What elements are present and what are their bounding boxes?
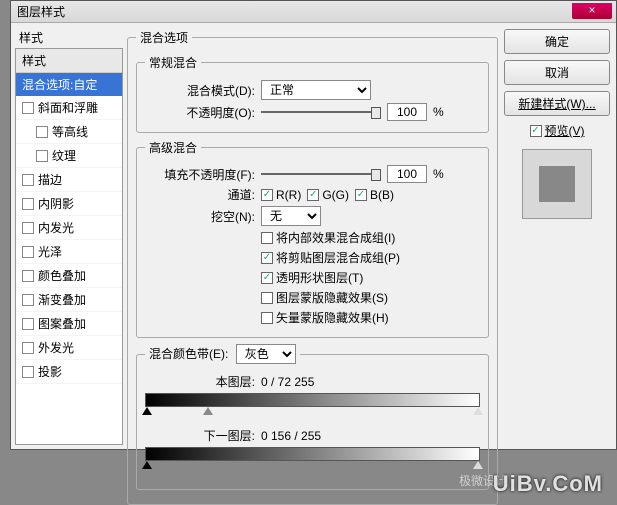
style-label: 纹理	[52, 147, 76, 164]
style-item[interactable]: 等高线	[16, 120, 122, 144]
style-checkbox[interactable]	[36, 126, 48, 138]
blend-options-group: 混合选项 常规混合 混合模式(D): 正常 不透明度(O): 100 %	[127, 29, 498, 505]
style-item[interactable]: 内阴影	[16, 192, 122, 216]
style-list: 样式 混合选项:自定 斜面和浮雕等高线纹理描边内阴影内发光光泽颜色叠加渐变叠加图…	[15, 48, 123, 445]
this-layer-label: 本图层:	[145, 373, 255, 390]
channel-label: 通道:	[145, 186, 255, 203]
adv-option-checkbox[interactable]: 将内部效果混合成组(I)	[261, 229, 395, 246]
pct-label: %	[433, 105, 444, 119]
pct-label: %	[433, 167, 444, 181]
under-layer-slider[interactable]	[145, 447, 480, 473]
options-panel: 混合选项 常规混合 混合模式(D): 正常 不透明度(O): 100 %	[127, 27, 498, 445]
adv-option-label: 矢量蒙版隐藏效果(H)	[276, 309, 389, 326]
sidebar-header: 样式	[15, 27, 123, 48]
blend-if-group: 混合颜色带(E): 灰色 本图层: 0 / 72 255	[136, 344, 489, 490]
style-item[interactable]: 斜面和浮雕	[16, 96, 122, 120]
adv-option-label: 透明形状图层(T)	[276, 269, 363, 286]
style-selected[interactable]: 混合选项:自定	[16, 73, 122, 96]
opacity-slider[interactable]	[261, 105, 381, 119]
fill-opacity-label: 填充不透明度(F):	[145, 166, 255, 183]
adv-option-label: 图层蒙版隐藏效果(S)	[276, 289, 388, 306]
style-checkbox[interactable]	[22, 246, 34, 258]
titlebar[interactable]: 图层样式 ×	[11, 1, 616, 23]
new-style-button[interactable]: 新建样式(W)...	[504, 91, 610, 116]
normal-blend-legend: 常规混合	[145, 54, 201, 71]
style-checkbox[interactable]	[22, 342, 34, 354]
style-checkbox[interactable]	[22, 174, 34, 186]
style-list-header[interactable]: 样式	[16, 49, 122, 73]
style-label: 外发光	[38, 339, 74, 356]
close-button[interactable]: ×	[572, 3, 612, 19]
style-label: 斜面和浮雕	[38, 99, 98, 116]
cancel-button[interactable]: 取消	[504, 60, 610, 85]
style-label: 描边	[38, 171, 62, 188]
preview-checkbox[interactable]: ✓预览(V)	[504, 122, 610, 139]
under-layer-values: 0 156 / 255	[261, 429, 321, 443]
style-label: 渐变叠加	[38, 291, 86, 308]
style-item[interactable]: 描边	[16, 168, 122, 192]
window-title: 图层样式	[17, 3, 65, 20]
opacity-label: 不透明度(O):	[145, 104, 255, 121]
blend-if-select[interactable]: 灰色	[236, 344, 296, 364]
style-label: 内阴影	[38, 195, 74, 212]
channel-r-checkbox[interactable]: ✓R(R)	[261, 188, 301, 202]
preview-swatch	[522, 149, 592, 219]
style-checkbox[interactable]	[36, 150, 48, 162]
style-checkbox[interactable]	[22, 366, 34, 378]
style-item[interactable]: 内发光	[16, 216, 122, 240]
blend-mode-label: 混合模式(D):	[145, 82, 255, 99]
channel-b-checkbox[interactable]: ✓B(B)	[355, 188, 394, 202]
styles-sidebar: 样式 样式 混合选项:自定 斜面和浮雕等高线纹理描边内阴影内发光光泽颜色叠加渐变…	[15, 27, 123, 445]
under-layer-label: 下一图层:	[145, 427, 255, 444]
fill-opacity-value[interactable]: 100	[387, 165, 427, 183]
style-item[interactable]: 光泽	[16, 240, 122, 264]
style-label: 颜色叠加	[38, 267, 86, 284]
style-item[interactable]: 图案叠加	[16, 312, 122, 336]
style-item[interactable]: 颜色叠加	[16, 264, 122, 288]
style-label: 内发光	[38, 219, 74, 236]
adv-option-checkbox[interactable]: 矢量蒙版隐藏效果(H)	[261, 309, 389, 326]
adv-option-checkbox[interactable]: 图层蒙版隐藏效果(S)	[261, 289, 388, 306]
style-item[interactable]: 外发光	[16, 336, 122, 360]
style-item[interactable]: 投影	[16, 360, 122, 384]
style-checkbox[interactable]	[22, 222, 34, 234]
style-checkbox[interactable]	[22, 270, 34, 282]
this-layer-slider[interactable]	[145, 393, 480, 419]
style-label: 图案叠加	[38, 315, 86, 332]
adv-option-checkbox[interactable]: ✓将剪贴图层混合成组(P)	[261, 249, 400, 266]
opacity-value[interactable]: 100	[387, 103, 427, 121]
knockout-select[interactable]: 无	[261, 206, 321, 226]
watermark: UiBv.CoM	[493, 471, 603, 497]
advanced-blend-group: 高级混合 填充不透明度(F): 100 % 通道: ✓R(R) ✓G(G) ✓B…	[136, 139, 489, 338]
style-label: 投影	[38, 363, 62, 380]
style-item[interactable]: 渐变叠加	[16, 288, 122, 312]
layer-style-dialog: 图层样式 × 样式 样式 混合选项:自定 斜面和浮雕等高线纹理描边内阴影内发光光…	[10, 0, 617, 450]
style-checkbox[interactable]	[22, 294, 34, 306]
right-buttons: 确定 取消 新建样式(W)... ✓预览(V)	[502, 27, 612, 445]
advanced-blend-legend: 高级混合	[145, 139, 201, 156]
channel-g-checkbox[interactable]: ✓G(G)	[307, 188, 349, 202]
normal-blend-group: 常规混合 混合模式(D): 正常 不透明度(O): 100 %	[136, 54, 489, 133]
style-checkbox[interactable]	[22, 102, 34, 114]
adv-option-label: 将内部效果混合成组(I)	[276, 229, 395, 246]
adv-option-label: 将剪贴图层混合成组(P)	[276, 249, 400, 266]
knockout-label: 挖空(N):	[145, 208, 255, 225]
style-label: 光泽	[38, 243, 62, 260]
fill-opacity-slider[interactable]	[261, 167, 381, 181]
style-checkbox[interactable]	[22, 318, 34, 330]
this-layer-values: 0 / 72 255	[261, 375, 314, 389]
ok-button[interactable]: 确定	[504, 29, 610, 54]
style-checkbox[interactable]	[22, 198, 34, 210]
blend-mode-select[interactable]: 正常	[261, 80, 371, 100]
style-label: 等高线	[52, 123, 88, 140]
blend-if-label: 混合颜色带(E):	[149, 347, 228, 361]
adv-option-checkbox[interactable]: ✓透明形状图层(T)	[261, 269, 363, 286]
blend-options-legend: 混合选项	[136, 29, 192, 46]
style-item[interactable]: 纹理	[16, 144, 122, 168]
